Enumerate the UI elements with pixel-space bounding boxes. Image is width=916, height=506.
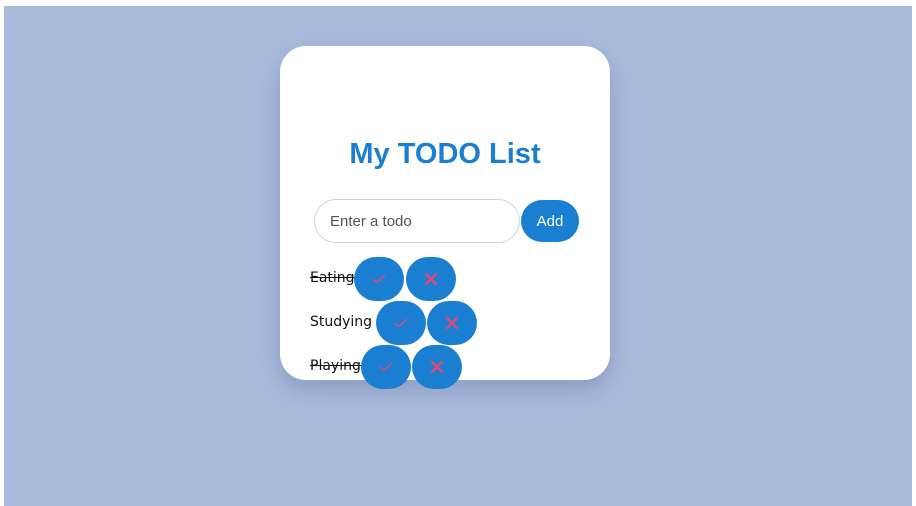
add-button[interactable]: Add: [521, 200, 579, 242]
check-icon: [372, 274, 386, 284]
complete-button[interactable]: [361, 345, 411, 389]
todo-card: My TODO List Add Eating Studying: [280, 46, 610, 389]
page-background: My TODO List Add Eating Studying: [4, 6, 912, 506]
close-icon: [424, 272, 438, 286]
delete-button[interactable]: [406, 257, 456, 301]
delete-button[interactable]: [412, 345, 462, 389]
todo-input[interactable]: [314, 199, 520, 243]
todo-item-label: Playing: [310, 358, 361, 374]
complete-button[interactable]: [376, 301, 426, 345]
todo-item-label: Studying: [310, 314, 373, 330]
complete-button[interactable]: [354, 257, 404, 301]
delete-button[interactable]: [427, 301, 477, 345]
close-icon: [430, 360, 444, 374]
page-title: My TODO List: [349, 138, 541, 170]
close-icon: [445, 316, 459, 330]
todo-item-label: Eating: [310, 270, 355, 286]
check-icon: [394, 318, 408, 328]
check-icon: [379, 362, 393, 372]
